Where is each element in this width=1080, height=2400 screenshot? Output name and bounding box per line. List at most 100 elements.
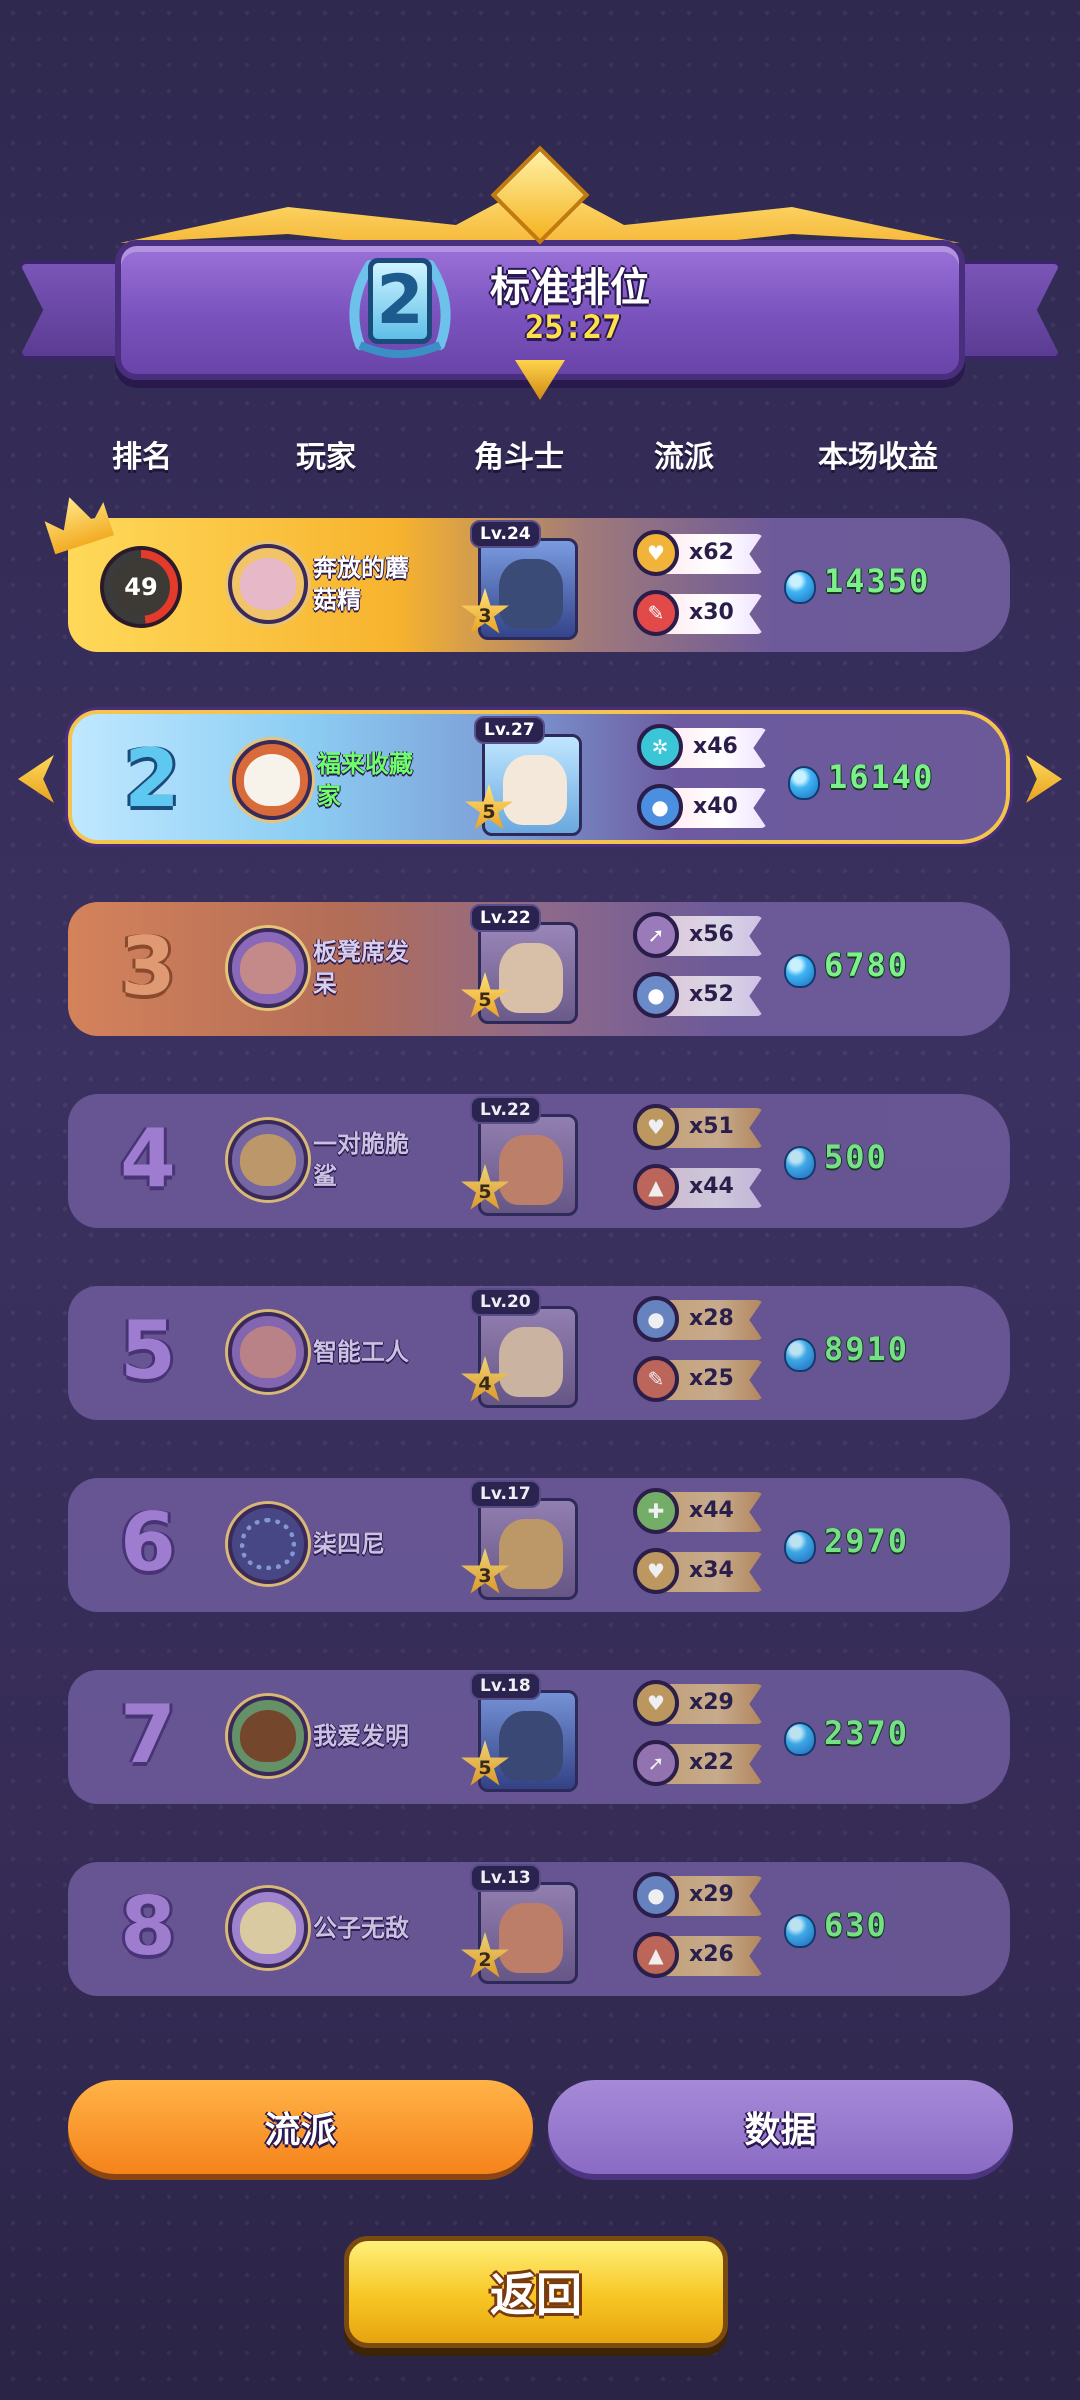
back-button[interactable]: 返回 bbox=[344, 2236, 728, 2348]
gem-currency-icon bbox=[784, 570, 816, 604]
player-name: 板凳席发 呆 bbox=[313, 936, 443, 1000]
player-name: 智能工人 bbox=[313, 1338, 409, 1366]
gladiator-card[interactable]: Lv.13 2 bbox=[461, 1864, 578, 1984]
health-ring: 49 bbox=[100, 546, 182, 628]
gem-currency-icon bbox=[784, 1338, 816, 1372]
faction-trait[interactable]: ♥ x34 bbox=[633, 1548, 763, 1594]
faction-trait[interactable]: ✎ x25 bbox=[633, 1356, 763, 1402]
player-avatar[interactable] bbox=[228, 1312, 308, 1392]
faction-trait[interactable]: ✎ x30 bbox=[633, 590, 763, 636]
player-row-1[interactable]: 49 奔放的蘑 菇精 Lv.24 3 ♥ x62 ✎ x30 14350 bbox=[68, 518, 1010, 652]
trait-count: x29 bbox=[689, 1882, 734, 1907]
gladiator-card[interactable]: Lv.17 3 bbox=[461, 1480, 578, 1600]
current-rank-badge: 2 bbox=[368, 258, 432, 344]
health-value: 49 bbox=[112, 558, 170, 616]
player-avatar[interactable] bbox=[228, 1888, 308, 1968]
gladiator-card[interactable]: Lv.24 3 bbox=[461, 520, 578, 640]
player-row-7[interactable]: 7 我爱发明 Lv.18 5 ♥ x29 ➚ x22 2370 bbox=[68, 1670, 1010, 1804]
heart-icon: ♥ bbox=[633, 1548, 679, 1594]
gladiator-card[interactable]: Lv.18 5 bbox=[461, 1672, 578, 1792]
player-row-3[interactable]: 3 板凳席发 呆 Lv.22 5 ➚ x56 ● x52 6780 bbox=[68, 902, 1010, 1036]
drop-icon: ● bbox=[637, 784, 683, 830]
player-name-line: 板凳席发 bbox=[313, 938, 409, 966]
gem-currency-icon bbox=[784, 1722, 816, 1756]
gladiator-card[interactable]: Lv.22 5 bbox=[461, 1096, 578, 1216]
rank-number: 6 bbox=[120, 1496, 176, 1589]
player-avatar[interactable] bbox=[228, 928, 308, 1008]
plus-icon: ✚ bbox=[633, 1488, 679, 1534]
gladiator-card[interactable]: Lv.22 5 bbox=[461, 904, 578, 1024]
faction-trait[interactable]: ➚ x56 bbox=[633, 912, 763, 958]
self-indicator-left-icon bbox=[18, 755, 54, 803]
player-name-line: 菇精 bbox=[313, 586, 361, 614]
player-avatar[interactable] bbox=[228, 1696, 308, 1776]
rocket-icon: ➚ bbox=[633, 1740, 679, 1786]
drop-icon: ● bbox=[633, 1296, 679, 1342]
player-name-line: 奔放的蘑 bbox=[313, 554, 409, 582]
gladiator-level: Lv.24 bbox=[470, 520, 541, 548]
faction-trait[interactable]: ● x40 bbox=[637, 784, 767, 830]
column-header-rank: 排名 bbox=[112, 440, 172, 475]
faction-trait[interactable]: ● x28 bbox=[633, 1296, 763, 1342]
drop-icon: ● bbox=[633, 1872, 679, 1918]
player-name-line: 福来收藏 bbox=[317, 750, 413, 778]
heart-icon: ♥ bbox=[633, 1680, 679, 1726]
rank-number: 8 bbox=[120, 1880, 176, 1973]
player-row-5[interactable]: 5 智能工人 Lv.20 4 ● x28 ✎ x25 8910 bbox=[68, 1286, 1010, 1420]
rank-number: 4 bbox=[120, 1112, 176, 1205]
drop-icon: ● bbox=[633, 972, 679, 1018]
faction-trait[interactable]: ▲ x44 bbox=[633, 1164, 763, 1210]
feather-icon: ✎ bbox=[633, 1356, 679, 1402]
trait-count: x40 bbox=[693, 794, 738, 819]
faction-trait[interactable]: ♥ x29 bbox=[633, 1680, 763, 1726]
faction-trait[interactable]: ● x52 bbox=[633, 972, 763, 1018]
trait-count: x34 bbox=[689, 1558, 734, 1583]
player-avatar[interactable] bbox=[228, 1120, 308, 1200]
gem-currency-icon bbox=[784, 954, 816, 988]
tab-faction[interactable]: 流派 bbox=[68, 2080, 533, 2174]
header-banner: 2 标准排位 25:27 bbox=[0, 145, 1080, 400]
trait-count: x46 bbox=[693, 734, 738, 759]
player-avatar[interactable] bbox=[228, 1504, 308, 1584]
player-row-4[interactable]: 4 一对脆脆 鲨 Lv.22 5 ♥ x51 ▲ x44 500 bbox=[68, 1094, 1010, 1228]
faction-trait[interactable]: ✚ x44 bbox=[633, 1488, 763, 1534]
faction-trait[interactable]: ♥ x51 bbox=[633, 1104, 763, 1150]
trait-count: x56 bbox=[689, 922, 734, 947]
player-name-line: 鲨 bbox=[313, 1162, 337, 1190]
feather-icon: ✎ bbox=[633, 590, 679, 636]
match-earnings: 14350 bbox=[824, 562, 931, 600]
faction-trait[interactable]: ● x29 bbox=[633, 1872, 763, 1918]
player-name: 福来收藏 家 bbox=[317, 748, 447, 812]
match-earnings: 16140 bbox=[828, 758, 935, 796]
faction-trait[interactable]: ➚ x22 bbox=[633, 1740, 763, 1786]
trait-count: x25 bbox=[689, 1366, 734, 1391]
faction-trait[interactable]: ✲ x46 bbox=[637, 724, 767, 770]
player-row-6[interactable]: 6 柒四尼 Lv.17 3 ✚ x44 ♥ x34 2970 bbox=[68, 1478, 1010, 1612]
crest-point-icon bbox=[515, 360, 565, 400]
column-header-earnings: 本场收益 bbox=[818, 440, 938, 475]
gladiator-card[interactable]: Lv.20 4 bbox=[461, 1288, 578, 1408]
gladiator-level: Lv.13 bbox=[470, 1864, 541, 1892]
trait-count: x44 bbox=[689, 1498, 734, 1523]
faction-trait[interactable]: ▲ x26 bbox=[633, 1932, 763, 1978]
player-name: 公子无敌 bbox=[313, 1914, 409, 1942]
player-avatar[interactable] bbox=[232, 740, 312, 820]
gladiator-level: Lv.20 bbox=[470, 1288, 541, 1316]
player-name: 一对脆脆 鲨 bbox=[313, 1128, 443, 1192]
faction-trait[interactable]: ♥ x62 bbox=[633, 530, 763, 576]
match-timer: 25:27 bbox=[525, 308, 622, 346]
gladiator-level: Lv.18 bbox=[470, 1672, 541, 1700]
tab-data[interactable]: 数据 bbox=[548, 2080, 1013, 2174]
column-header-faction: 流派 bbox=[654, 440, 714, 475]
trait-count: x22 bbox=[689, 1750, 734, 1775]
match-earnings: 8910 bbox=[824, 1330, 910, 1368]
gladiator-card[interactable]: Lv.27 5 bbox=[465, 716, 582, 836]
player-row-8[interactable]: 8 公子无敌 Lv.13 2 ● x29 ▲ x26 630 bbox=[68, 1862, 1010, 1996]
gladiator-level: Lv.17 bbox=[470, 1480, 541, 1508]
heart-icon: ♥ bbox=[633, 1104, 679, 1150]
trait-count: x52 bbox=[689, 982, 734, 1007]
player-avatar[interactable] bbox=[228, 544, 308, 624]
self-indicator-right-icon bbox=[1026, 755, 1062, 803]
player-row-2[interactable]: 2 福来收藏 家 Lv.27 5 ✲ x46 ● x40 16140 bbox=[68, 710, 1010, 844]
fire-icon: ▲ bbox=[633, 1164, 679, 1210]
